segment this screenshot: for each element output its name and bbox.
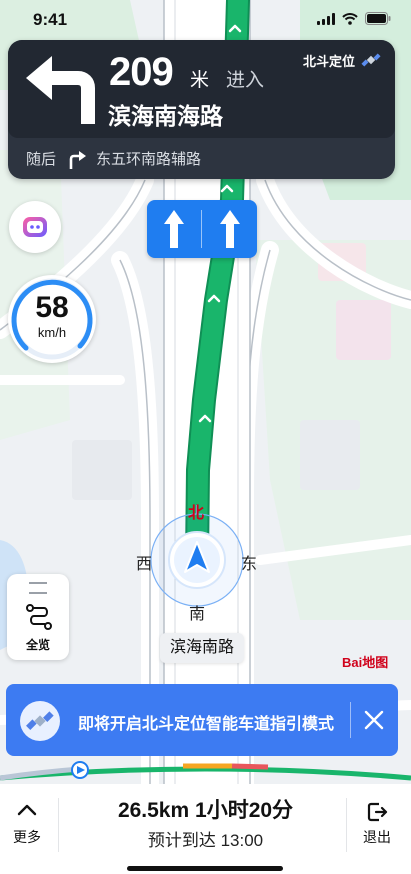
battery-icon	[365, 12, 391, 25]
banner-divider	[350, 702, 351, 738]
eta-label: 预计到达	[147, 831, 216, 850]
guidance-road-name: 滨海南海路	[108, 103, 223, 129]
close-icon[interactable]	[358, 704, 390, 736]
voice-assistant-icon	[23, 217, 47, 237]
compass-south: 南	[189, 606, 206, 623]
turn-right-small-icon	[69, 150, 87, 169]
guidance-primary: 209 米 进入 滨海南海路 北斗定位	[8, 40, 395, 138]
side-panel: 全览	[7, 574, 69, 660]
lane-straight-arrow-icon	[220, 210, 240, 248]
compass-north: 北	[188, 505, 205, 522]
compass-west: 西	[136, 556, 153, 573]
wifi-icon	[342, 12, 358, 25]
home-indicator[interactable]	[127, 866, 283, 871]
trip-distance: 26.5km	[117, 799, 190, 822]
divider	[346, 798, 347, 852]
distance-unit: 米	[190, 70, 210, 91]
satellite-icon	[26, 711, 54, 730]
lane-straight-arrow-icon	[164, 210, 184, 248]
beidou-banner[interactable]: 即将开启北斗定位智能车道指引模式	[6, 684, 398, 756]
overview-label: 全览	[25, 638, 50, 652]
route-progress-bar	[0, 761, 411, 781]
status-bar: 9:41	[0, 0, 411, 40]
signal-icon	[317, 12, 335, 25]
trip-duration: 1小时20分	[195, 799, 294, 822]
beidou-label: 北斗定位	[302, 53, 355, 69]
current-road-label: 滨海南路	[160, 633, 245, 663]
distance-value: 209	[109, 50, 174, 94]
guidance-action: 进入	[226, 70, 265, 91]
vehicle-location-icon	[168, 531, 226, 589]
speedometer: 58 km/h	[8, 275, 96, 363]
turn-left-arrow-icon	[26, 56, 95, 124]
speed-value: 58	[35, 291, 69, 324]
banner-text: 即将开启北斗定位智能车道指引模式	[78, 716, 335, 733]
exit-label: 退出	[363, 829, 391, 845]
exit-button[interactable]: 退出	[350, 800, 404, 856]
voice-assistant-button[interactable]	[9, 201, 61, 253]
next-instruction: 随后 东五环南路辅路	[26, 148, 201, 169]
status-time: 9:41	[33, 10, 68, 29]
satellite-badge	[20, 701, 60, 741]
overview-button[interactable]: 全览	[7, 598, 69, 660]
exit-icon	[367, 802, 388, 822]
next-label: 随后	[26, 151, 57, 168]
beidou-indicator: 北斗定位	[303, 50, 381, 70]
bottom-bar: 更多 26.5km 1小时20分 预计到达 13:00 退出	[0, 784, 411, 874]
map-logo: Bai地图	[342, 655, 389, 670]
lane-divider	[201, 210, 202, 248]
satellite-icon	[361, 53, 381, 67]
speed-unit: km/h	[37, 325, 67, 340]
route-overview-icon	[26, 604, 52, 630]
compass-east: 东	[241, 556, 258, 573]
drag-handle[interactable]	[29, 582, 47, 594]
lane-guidance	[147, 200, 257, 258]
next-road-name: 东五环南路辅路	[96, 151, 202, 168]
guidance-card[interactable]: 209 米 进入 滨海南海路 北斗定位 随后 东五环南路辅路	[8, 40, 395, 179]
eta-time: 13:00	[220, 831, 264, 850]
